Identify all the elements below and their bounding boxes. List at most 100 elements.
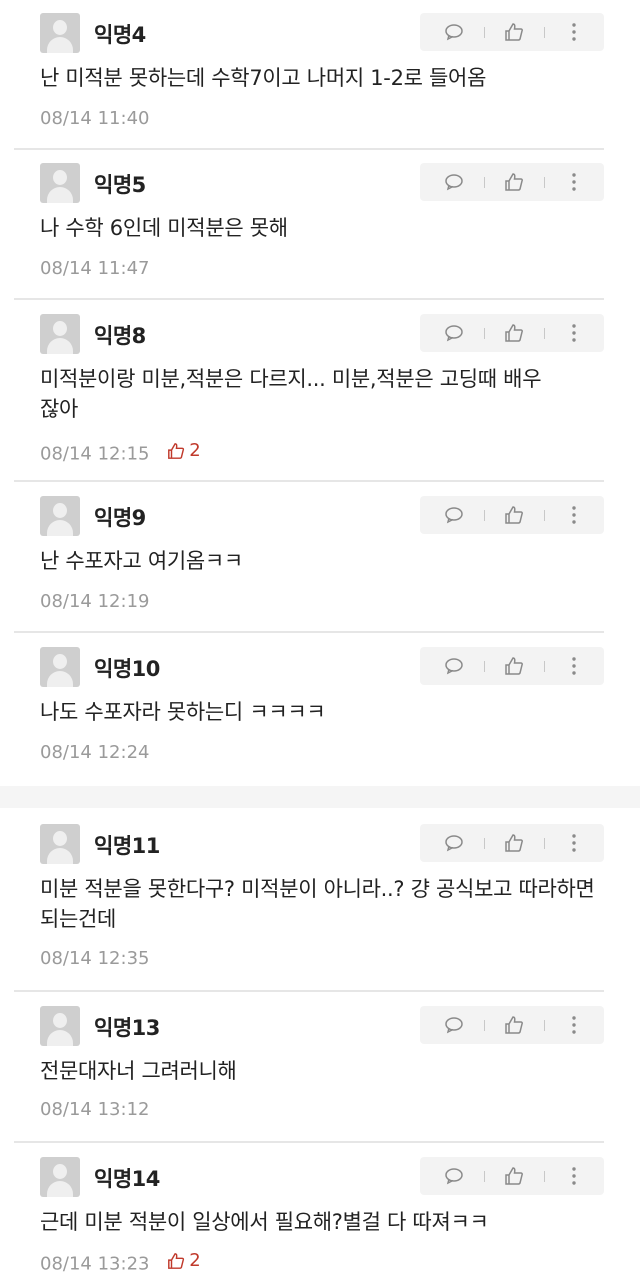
reply-button[interactable] xyxy=(434,163,474,201)
reply-button[interactable] xyxy=(434,1006,474,1044)
speech-bubble-icon xyxy=(445,507,463,524)
more-button[interactable] xyxy=(554,314,594,352)
more-button[interactable] xyxy=(554,163,594,201)
divider xyxy=(14,990,604,992)
avatar[interactable] xyxy=(40,496,80,536)
like-button[interactable] xyxy=(494,496,534,534)
reply-button[interactable] xyxy=(434,647,474,685)
thumbs-up-icon xyxy=(168,442,185,459)
comment-text: 난 수포자고 여기옴ㅋㅋ xyxy=(40,549,243,573)
comment-time: 08/14 11:47 xyxy=(40,258,150,279)
comment-item: 익명4 난 미적분 못하는데 수학7이고 나머지 1-2로 들어옴 08/14 … xyxy=(14,13,604,150)
reply-button[interactable] xyxy=(434,496,474,534)
comment-author[interactable]: 익명11 xyxy=(94,830,160,860)
speech-bubble-icon xyxy=(445,325,463,342)
comment-time: 08/14 12:24 xyxy=(40,742,150,763)
comment-meta: 08/14 11:47 xyxy=(40,258,149,279)
like-count-value: 2 xyxy=(189,440,201,461)
thumbs-up-icon xyxy=(505,834,523,852)
comment-actions xyxy=(420,314,604,352)
comment-text: 나도 수포자라 못하는디 ㅋㅋㅋㅋ xyxy=(40,700,326,724)
comment-actions xyxy=(420,1157,604,1195)
comment-meta: 08/14 12:24 xyxy=(40,742,149,763)
like-button[interactable] xyxy=(494,647,534,685)
like-button[interactable] xyxy=(494,1006,534,1044)
thumbs-up-icon xyxy=(168,1252,185,1269)
reply-button[interactable] xyxy=(434,1157,474,1195)
more-button[interactable] xyxy=(554,647,594,685)
comment-author[interactable]: 익명14 xyxy=(94,1163,160,1193)
comment-author[interactable]: 익명5 xyxy=(94,169,146,199)
reply-button[interactable] xyxy=(434,824,474,862)
like-count-value: 2 xyxy=(189,1250,201,1271)
comment-actions xyxy=(420,1006,604,1044)
comment-time: 08/14 13:23 xyxy=(40,1253,150,1275)
speech-bubble-icon xyxy=(445,835,463,852)
more-button[interactable] xyxy=(554,1157,594,1195)
comment-text: 미분 적분을 못한다구? 미적분이 아니라..? 걍 공식보고 따라하면 되는건… xyxy=(40,877,595,931)
comment-item: 익명11 미분 적분을 못한다구? 미적분이 아니라..? 걍 공식보고 따라하… xyxy=(14,824,604,992)
avatar[interactable] xyxy=(40,314,80,354)
comment-actions xyxy=(420,824,604,862)
more-vertical-icon xyxy=(572,506,576,524)
avatar[interactable] xyxy=(40,163,80,203)
divider xyxy=(14,1141,604,1143)
comment-time: 08/14 12:15 xyxy=(40,443,150,465)
comment-meta: 08/14 11:40 xyxy=(40,108,149,129)
like-count: 2 xyxy=(167,1250,201,1271)
avatar[interactable] xyxy=(40,13,80,53)
like-button[interactable] xyxy=(494,824,534,862)
comment-author[interactable]: 익명8 xyxy=(94,320,146,350)
more-button[interactable] xyxy=(554,496,594,534)
thumbs-up-icon xyxy=(505,657,523,675)
divider xyxy=(14,631,604,633)
divider xyxy=(14,148,604,150)
more-button[interactable] xyxy=(554,1006,594,1044)
comment-time: 08/14 13:12 xyxy=(40,1099,150,1120)
comment-text: 미적분이랑 미분,적분은 다르지... 미분,적분은 고딩때 배우잖아 xyxy=(40,367,542,421)
like-count: 2 xyxy=(167,440,201,461)
avatar[interactable] xyxy=(40,1157,80,1197)
like-button[interactable] xyxy=(494,1157,534,1195)
comment-actions xyxy=(420,13,604,51)
comment-item: 익명10 나도 수포자라 못하는디 ㅋㅋㅋㅋ 08/14 12:24 xyxy=(14,647,604,784)
avatar[interactable] xyxy=(40,1006,80,1046)
comment-author[interactable]: 익명10 xyxy=(94,653,160,683)
more-vertical-icon xyxy=(572,834,576,852)
divider xyxy=(14,298,604,300)
thumbs-up-icon xyxy=(505,1016,523,1034)
comment-actions xyxy=(420,163,604,201)
comment-meta: 08/14 12:15 2 xyxy=(40,440,201,465)
thumbs-up-icon xyxy=(505,506,523,524)
reply-button[interactable] xyxy=(434,314,474,352)
avatar[interactable] xyxy=(40,824,80,864)
like-button[interactable] xyxy=(494,13,534,51)
comment-text: 전문대자너 그려러니해 xyxy=(40,1059,237,1083)
comment-meta: 08/14 12:19 xyxy=(40,591,149,612)
comment-text: 나 수학 6인데 미적분은 못해 xyxy=(40,216,288,240)
avatar[interactable] xyxy=(40,647,80,687)
comment-item: 익명5 나 수학 6인데 미적분은 못해 08/14 11:47 xyxy=(14,163,604,300)
more-button[interactable] xyxy=(554,13,594,51)
comment-item: 익명14 근데 미분 적분이 일상에서 필요해?별걸 다 따져ㅋㅋ 08/14 … xyxy=(14,1157,604,1277)
comment-time: 08/14 12:19 xyxy=(40,591,150,612)
more-vertical-icon xyxy=(572,1016,576,1034)
thumbs-up-icon xyxy=(505,1167,523,1185)
more-button[interactable] xyxy=(554,824,594,862)
comment-actions xyxy=(420,496,604,534)
like-button[interactable] xyxy=(494,314,534,352)
like-button[interactable] xyxy=(494,163,534,201)
more-vertical-icon xyxy=(572,324,576,342)
comment-meta: 08/14 13:12 xyxy=(40,1099,149,1120)
more-vertical-icon xyxy=(572,1167,576,1185)
speech-bubble-icon xyxy=(445,1017,463,1034)
more-vertical-icon xyxy=(572,657,576,675)
comment-author[interactable]: 익명13 xyxy=(94,1012,160,1042)
reply-button[interactable] xyxy=(434,13,474,51)
comment-author[interactable]: 익명9 xyxy=(94,502,146,532)
thumbs-up-icon xyxy=(505,324,523,342)
comment-author[interactable]: 익명4 xyxy=(94,19,146,49)
thumbs-up-icon xyxy=(505,173,523,191)
comment-item: 익명13 전문대자너 그려러니해 08/14 13:12 xyxy=(14,1006,604,1143)
comment-meta: 08/14 13:23 2 xyxy=(40,1250,201,1275)
